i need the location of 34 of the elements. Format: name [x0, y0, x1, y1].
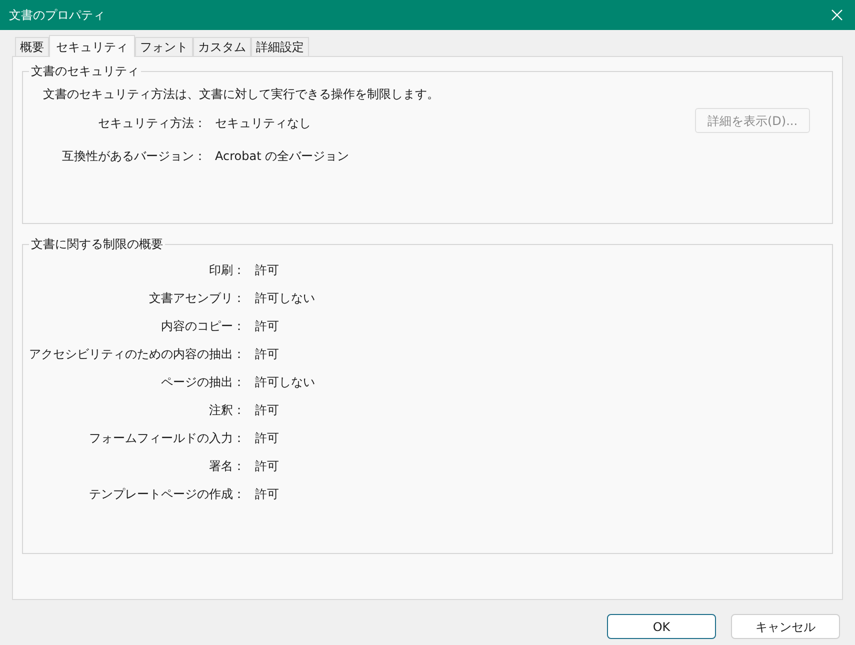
restriction-label: ページの抽出：	[160, 374, 245, 390]
close-icon[interactable]	[831, 9, 843, 21]
ok-button[interactable]: OK	[607, 614, 716, 639]
cancel-button[interactable]: キャンセル	[731, 614, 840, 639]
field-label: 互換性があるバージョン：	[61, 148, 206, 164]
tab[interactable]: セキュリティ	[49, 35, 135, 57]
restriction-value: 許可	[255, 346, 280, 362]
restriction-label: 署名：	[208, 458, 245, 474]
restriction-label: 内容のコピー：	[160, 318, 245, 334]
restriction-value: 許可	[255, 430, 280, 446]
restriction-label: 文書アセンブリ：	[148, 290, 245, 306]
restriction-value: 許可しない	[255, 290, 316, 306]
tab[interactable]: フォント	[135, 37, 193, 56]
restriction-label: 印刷：	[208, 262, 245, 278]
description-text: 文書のセキュリティ方法は、文書に対して実行できる操作を制限します。	[43, 86, 440, 102]
group-title: 文書に関する制限の概要	[29, 236, 165, 252]
tab[interactable]: 詳細設定	[251, 37, 309, 56]
restriction-label: 注釈：	[208, 402, 245, 418]
restriction-label: フォームフィールドの入力：	[88, 430, 245, 446]
field-value: セキュリティなし	[215, 115, 312, 131]
tab[interactable]: 概要	[15, 37, 49, 56]
field-value: Acrobat の全バージョン	[215, 148, 350, 164]
restriction-value: 許可	[255, 486, 280, 502]
tab[interactable]: カスタム	[193, 37, 251, 56]
restriction-value: 許可	[255, 262, 280, 278]
restriction-value: 許可	[255, 458, 280, 474]
window-title: 文書のプロパティ	[9, 7, 105, 24]
group-title: 文書のセキュリティ	[29, 63, 141, 79]
restriction-value: 許可	[255, 402, 280, 418]
restriction-value: 許可しない	[255, 374, 316, 390]
field-label: セキュリティ方法：	[97, 115, 206, 131]
restriction-value: 許可	[255, 318, 280, 334]
restriction-label: アクセシビリティのための内容の抽出：	[28, 346, 245, 362]
restriction-label: テンプレートページの作成：	[88, 486, 245, 502]
